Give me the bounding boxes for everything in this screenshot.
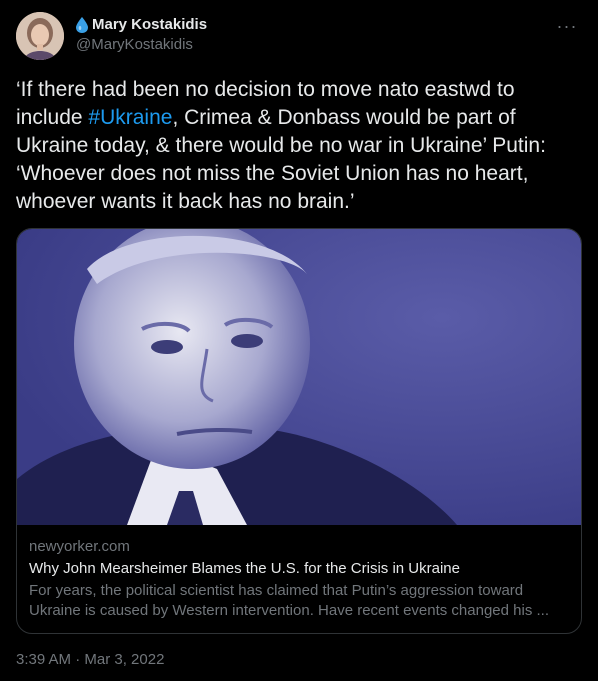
hashtag-link[interactable]: #Ukraine xyxy=(88,106,172,129)
tweet-header: Mary Kostakidis @MaryKostakidis ··· xyxy=(16,12,582,60)
author-names: Mary Kostakidis @MaryKostakidis xyxy=(76,15,207,55)
card-description: For years, the political scientist has c… xyxy=(29,582,549,619)
more-options-button[interactable]: ··· xyxy=(552,14,582,38)
tweet-text: ‘If there had been no decision to move n… xyxy=(16,76,586,216)
display-name[interactable]: Mary Kostakidis xyxy=(92,15,207,35)
card-image xyxy=(17,229,581,525)
user-handle[interactable]: @MaryKostakidis xyxy=(76,35,207,55)
tweet-timestamp[interactable]: 3:39 AM · Mar 3, 2022 xyxy=(16,650,164,670)
card-title: Why John Mearsheimer Blames the U.S. for… xyxy=(29,560,460,577)
avatar[interactable] xyxy=(16,12,64,60)
name-row[interactable]: Mary Kostakidis xyxy=(76,15,207,35)
link-card[interactable]: newyorker.com Why John Mearsheimer Blame… xyxy=(16,228,582,634)
card-body: newyorker.com Why John Mearsheimer Blame… xyxy=(17,525,581,621)
card-domain: newyorker.com xyxy=(29,538,130,555)
tweet: Mary Kostakidis @MaryKostakidis ··· ‘If … xyxy=(0,0,598,681)
droplet-icon xyxy=(76,17,88,33)
more-horizontal-icon: ··· xyxy=(556,15,578,36)
